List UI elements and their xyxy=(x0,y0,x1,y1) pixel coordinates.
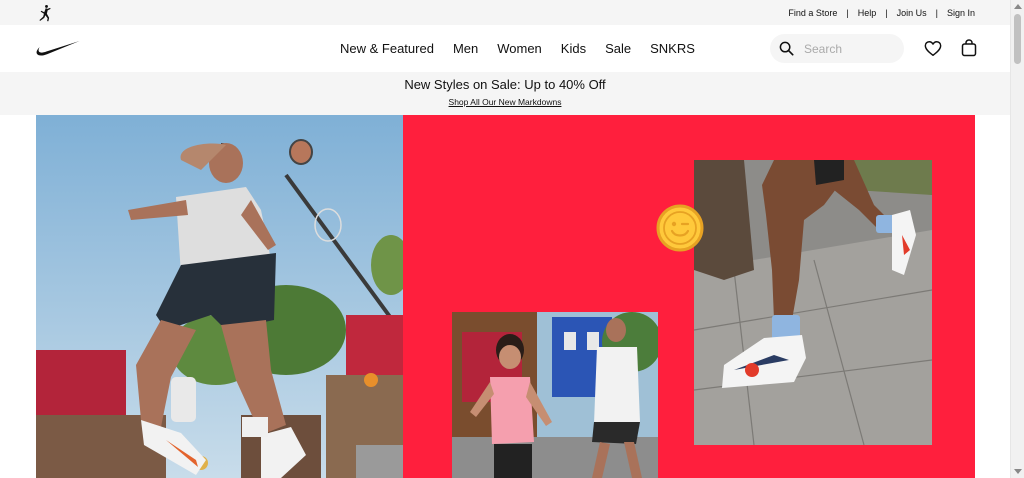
promo-title: New Styles on Sale: Up to 40% Off xyxy=(404,77,606,92)
search-input[interactable] xyxy=(804,38,896,59)
nav-men[interactable]: Men xyxy=(453,41,478,56)
search-icon[interactable] xyxy=(779,41,794,56)
search-box[interactable] xyxy=(770,34,904,63)
main-nav: New & Featured Men Women Kids Sale SNKRS xyxy=(0,25,1010,72)
nav-snkrs[interactable]: SNKRS xyxy=(650,41,695,56)
divider: | xyxy=(935,7,938,18)
utility-links: Find a Store | Help | Join Us | Sign In xyxy=(788,0,975,25)
utility-bar: Find a Store | Help | Join Us | Sign In xyxy=(0,0,1010,25)
hero-banner[interactable] xyxy=(36,115,975,478)
hero-photo-runner-shoes[interactable] xyxy=(694,160,932,445)
nav-kids[interactable]: Kids xyxy=(561,41,586,56)
hero-photo-runner[interactable] xyxy=(36,115,403,478)
hero-photo-family-run[interactable] xyxy=(452,312,658,478)
page: Find a Store | Help | Join Us | Sign In … xyxy=(0,0,1024,478)
help-link[interactable]: Help xyxy=(858,8,877,18)
find-a-store-link[interactable]: Find a Store xyxy=(788,8,837,18)
nav-women[interactable]: Women xyxy=(497,41,542,56)
promo-banner: New Styles on Sale: Up to 40% Off Shop A… xyxy=(0,72,1010,115)
hero-red-panel[interactable] xyxy=(403,115,975,478)
nav-sale[interactable]: Sale xyxy=(605,41,631,56)
jordan-jumpman-icon[interactable] xyxy=(36,4,54,22)
promo-link[interactable]: Shop All Our New Markdowns xyxy=(0,97,1010,107)
heart-icon[interactable] xyxy=(924,40,942,57)
page-scrollbar[interactable] xyxy=(1010,0,1024,478)
divider: | xyxy=(846,7,849,18)
scroll-up-arrow-icon[interactable] xyxy=(1014,4,1022,9)
scroll-down-arrow-icon[interactable] xyxy=(1014,469,1022,474)
sign-in-link[interactable]: Sign In xyxy=(947,8,975,18)
bag-icon[interactable] xyxy=(961,39,977,57)
smiley-wink-icon xyxy=(656,204,704,252)
nav-new-featured[interactable]: New & Featured xyxy=(340,41,434,56)
primary-nav: New & Featured Men Women Kids Sale SNKRS xyxy=(340,25,714,72)
nike-swoosh-icon[interactable] xyxy=(36,40,80,57)
scroll-thumb[interactable] xyxy=(1014,14,1021,64)
divider: | xyxy=(885,7,888,18)
join-us-link[interactable]: Join Us xyxy=(897,8,927,18)
